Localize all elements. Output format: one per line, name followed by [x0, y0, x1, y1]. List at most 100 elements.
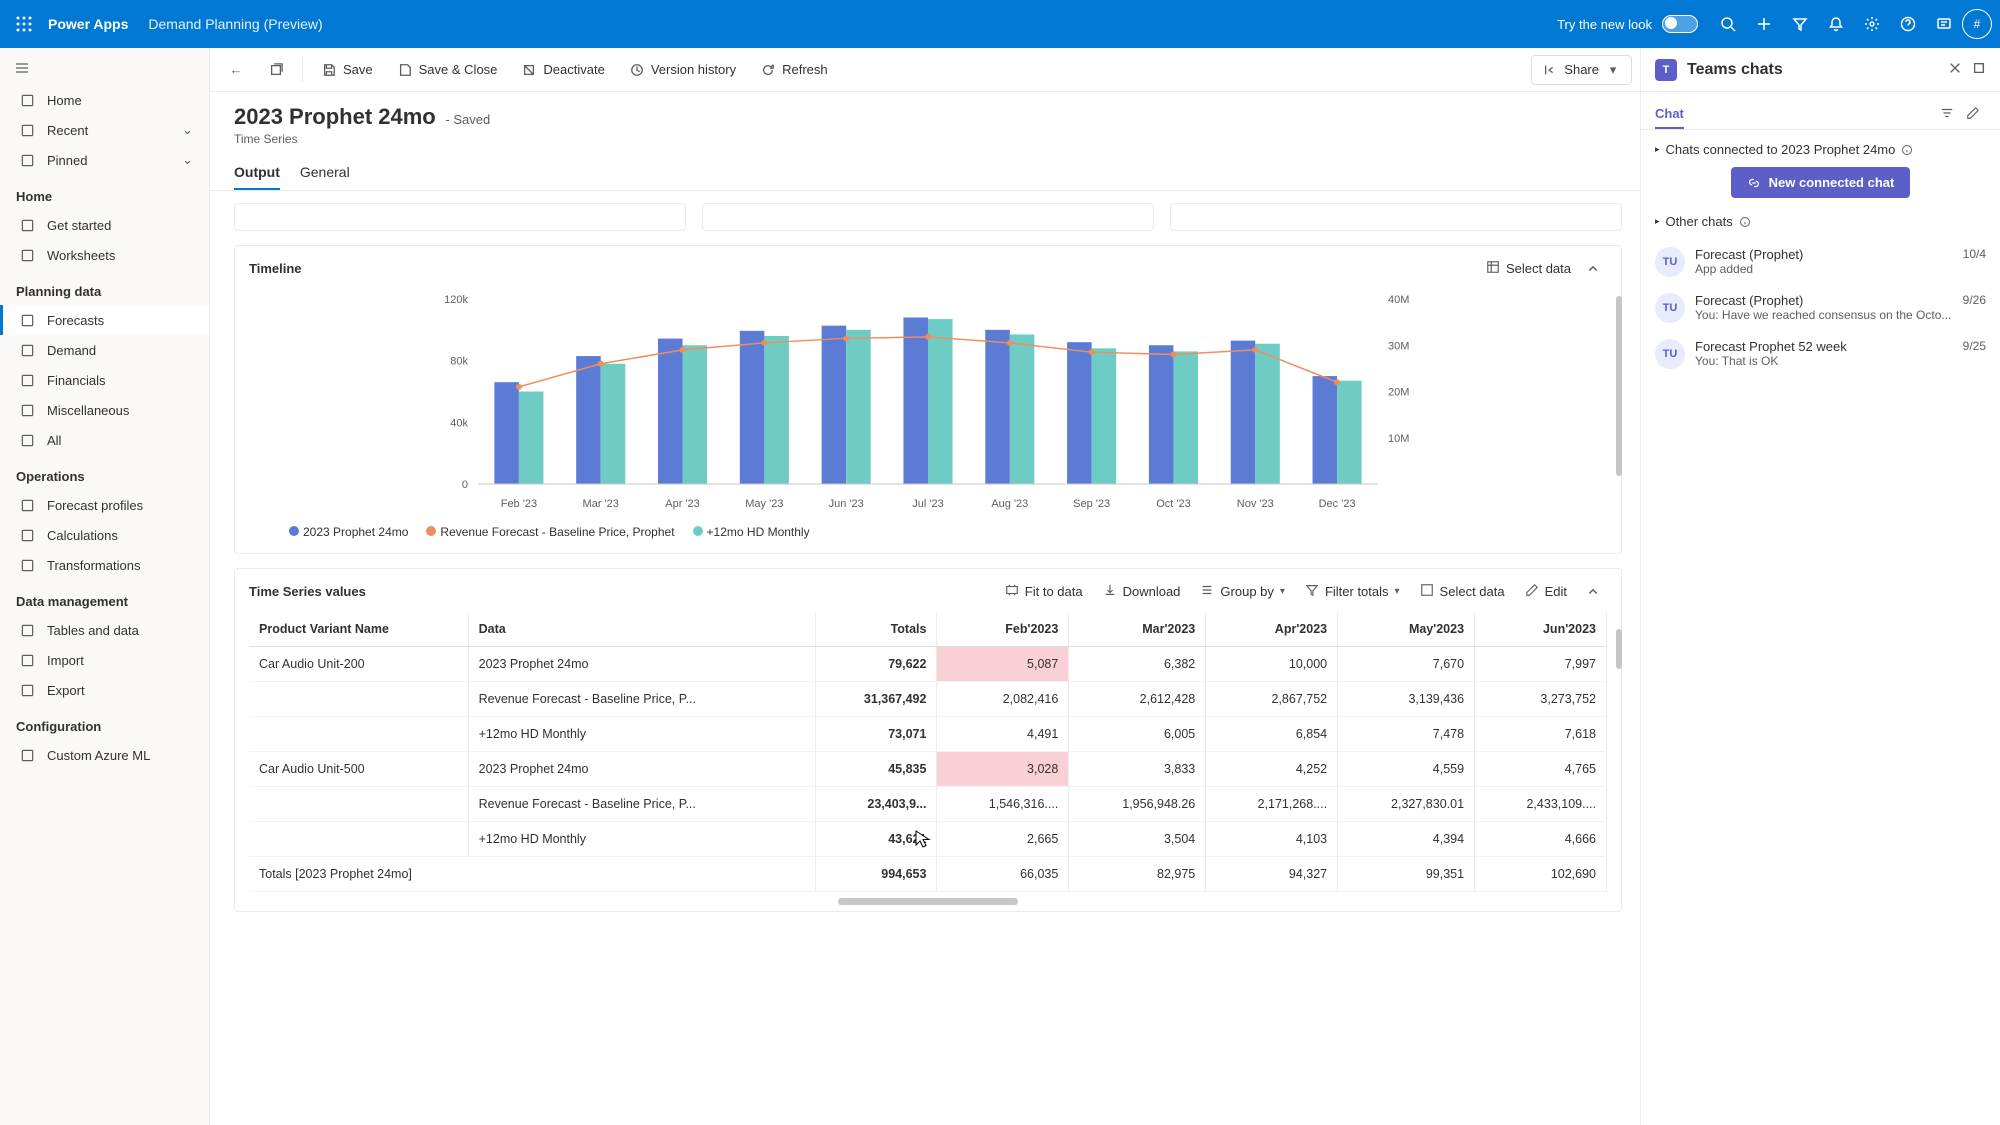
save-button[interactable]: Save	[311, 56, 383, 84]
chat-item[interactable]: TU Forecast (Prophet)9/26 You: Have we r…	[1655, 285, 1986, 331]
back-button[interactable]: ←	[218, 56, 254, 84]
tab-output[interactable]: Output	[234, 156, 280, 190]
chevron-down-icon: ⌄	[182, 122, 193, 138]
table-header[interactable]: Mar'2023	[1069, 612, 1206, 647]
table-row[interactable]: Car Audio Unit-2002023 Prophet 24mo79,62…	[249, 647, 1607, 682]
table-header[interactable]: Apr'2023	[1206, 612, 1338, 647]
version-history-button[interactable]: Version history	[619, 56, 746, 84]
nav-item-home[interactable]: Home	[0, 85, 209, 115]
svg-text:30M: 30M	[1388, 340, 1409, 352]
nav-item-get-started[interactable]: Get started	[0, 210, 209, 240]
timeline-section: Timeline Select data 040k80k120k10M20M30…	[234, 245, 1622, 554]
bell-icon[interactable]	[1818, 6, 1854, 42]
collapse-icon[interactable]	[1579, 582, 1607, 602]
popout-icon[interactable]	[1972, 61, 1986, 78]
group-by-button[interactable]: Group by▾	[1192, 579, 1293, 604]
select-data-button[interactable]: Select data	[1478, 256, 1579, 281]
filter-icon[interactable]	[1782, 6, 1818, 42]
chart-scrollbar[interactable]	[1616, 296, 1622, 476]
nav-item-miscellaneous[interactable]: Miscellaneous	[0, 395, 209, 425]
record-tabs: Output General	[210, 146, 1640, 191]
filter-icon[interactable]	[1934, 102, 1960, 127]
nav-item-demand[interactable]: Demand	[0, 335, 209, 365]
table-row[interactable]: Revenue Forecast - Baseline Price, P...2…	[249, 787, 1607, 822]
export-icon	[19, 682, 35, 698]
svg-text:Aug '23: Aug '23	[991, 498, 1028, 510]
deactivate-button[interactable]: Deactivate	[511, 56, 614, 84]
calc-icon	[19, 527, 35, 543]
nav-item-calculations[interactable]: Calculations	[0, 520, 209, 550]
table-scrollbar[interactable]	[1616, 629, 1622, 669]
table-header[interactable]: May'2023	[1338, 612, 1475, 647]
search-icon[interactable]	[1710, 6, 1746, 42]
share-button[interactable]: Share▾	[1531, 55, 1632, 85]
nav-item-recent[interactable]: Recent⌄	[0, 115, 209, 145]
nav-item-custom-azure-ml[interactable]: Custom Azure ML	[0, 740, 209, 770]
totals-row: Totals [2023 Prophet 24mo]994,65366,0358…	[249, 857, 1607, 892]
record-type: Time Series	[234, 132, 1616, 146]
chat-item[interactable]: TU Forecast (Prophet)10/4 App added	[1655, 239, 1986, 285]
link-icon	[1747, 176, 1761, 190]
nav-item-all[interactable]: All	[0, 425, 209, 455]
horizontal-scrollbar[interactable]	[838, 898, 1018, 905]
summary-card	[234, 203, 686, 231]
nav-group-header: Data management	[0, 580, 209, 615]
nav-item-transformations[interactable]: Transformations	[0, 550, 209, 580]
table-header[interactable]: Product Variant Name	[249, 612, 468, 647]
app-launcher-icon[interactable]	[8, 8, 40, 40]
chat-name: Forecast (Prophet)	[1695, 247, 1803, 262]
chevron-down-icon: ⌄	[182, 152, 193, 168]
nav-item-import[interactable]: Import	[0, 645, 209, 675]
profile-icon	[19, 497, 35, 513]
nav-item-tables-and-data[interactable]: Tables and data	[0, 615, 209, 645]
connected-chats-header[interactable]: ▸ Chats connected to 2023 Prophet 24mo	[1655, 142, 1986, 157]
select-data-button[interactable]: Select data	[1412, 579, 1513, 604]
tab-general[interactable]: General	[300, 156, 350, 190]
other-chats-header[interactable]: ▸ Other chats	[1655, 214, 1986, 229]
svg-text:Mar '23: Mar '23	[583, 498, 619, 510]
table-row[interactable]: Car Audio Unit-5002023 Prophet 24mo45,83…	[249, 752, 1607, 787]
open-new-button[interactable]	[258, 56, 294, 84]
try-look-toggle[interactable]	[1662, 15, 1698, 33]
info-icon[interactable]	[1901, 144, 1913, 156]
table-header[interactable]: Totals	[815, 612, 937, 647]
add-icon[interactable]	[1746, 6, 1782, 42]
close-icon[interactable]	[1948, 61, 1962, 78]
table-header[interactable]: Feb'2023	[937, 612, 1069, 647]
rocket-icon	[19, 217, 35, 233]
nav-item-export[interactable]: Export	[0, 675, 209, 705]
refresh-button[interactable]: Refresh	[750, 56, 838, 84]
svg-text:Sep '23: Sep '23	[1073, 498, 1110, 510]
compose-icon[interactable]	[1960, 102, 1986, 127]
help-icon[interactable]	[1890, 6, 1926, 42]
nav-group-header: Planning data	[0, 270, 209, 305]
chat-item[interactable]: TU Forecast Prophet 52 week9/25 You: Tha…	[1655, 331, 1986, 377]
nav-item-worksheets[interactable]: Worksheets	[0, 240, 209, 270]
chart-icon	[19, 312, 35, 328]
chat-icon[interactable]	[1926, 6, 1962, 42]
info-icon[interactable]	[1739, 216, 1751, 228]
table-row[interactable]: Revenue Forecast - Baseline Price, P...3…	[249, 682, 1607, 717]
nav-item-pinned[interactable]: Pinned⌄	[0, 145, 209, 175]
fit-to-data-button[interactable]: Fit to data	[997, 579, 1091, 604]
table-row[interactable]: +12mo HD Monthly73,0714,4916,0056,8547,4…	[249, 717, 1607, 752]
user-avatar[interactable]: #	[1962, 9, 1992, 39]
collapse-icon[interactable]	[1579, 259, 1607, 279]
chat-tab[interactable]: Chat	[1655, 100, 1684, 129]
svg-text:20M: 20M	[1388, 387, 1409, 399]
save-close-button[interactable]: Save & Close	[387, 56, 508, 84]
filter-totals-button[interactable]: Filter totals▾	[1297, 579, 1408, 604]
edit-button[interactable]: Edit	[1517, 579, 1575, 604]
nav-collapse-icon[interactable]	[0, 54, 209, 85]
svg-text:Jun '23: Jun '23	[829, 498, 864, 510]
new-connected-chat-button[interactable]: New connected chat	[1731, 167, 1911, 198]
table-header[interactable]: Jun'2023	[1475, 612, 1607, 647]
gear-icon[interactable]	[1854, 6, 1890, 42]
nav-item-forecasts[interactable]: Forecasts	[0, 305, 209, 335]
table-header[interactable]: Data	[468, 612, 815, 647]
svg-text:40k: 40k	[450, 417, 468, 429]
download-button[interactable]: Download	[1095, 579, 1189, 604]
nav-item-forecast-profiles[interactable]: Forecast profiles	[0, 490, 209, 520]
table-row[interactable]: +12mo HD Monthly43,6212,6653,5044,1034,3…	[249, 822, 1607, 857]
nav-item-financials[interactable]: Financials	[0, 365, 209, 395]
